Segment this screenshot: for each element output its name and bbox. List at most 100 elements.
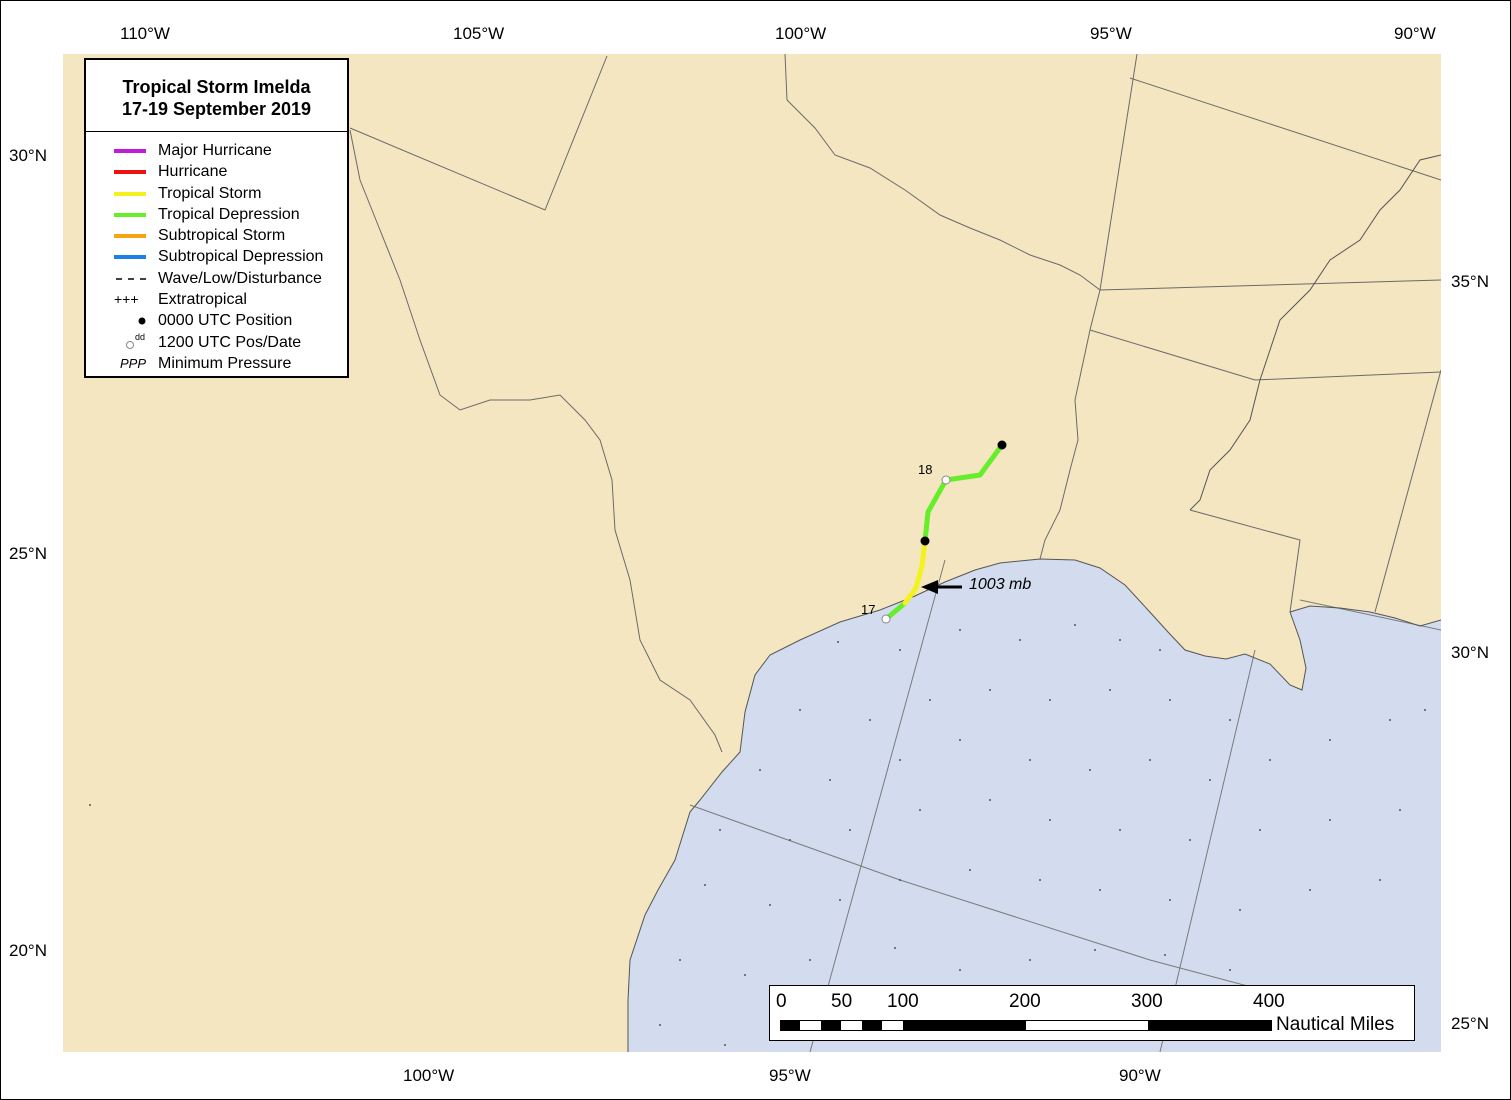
gulf-dot bbox=[1424, 709, 1426, 711]
gulf-dot bbox=[1049, 699, 1051, 701]
top-lon-105: 105°W bbox=[453, 24, 505, 43]
gulf-dot bbox=[1019, 639, 1021, 641]
legend-label: Minimum Pressure bbox=[158, 354, 292, 372]
top-lon-100: 100°W bbox=[775, 24, 827, 43]
left-lat-20: 20°N bbox=[9, 941, 47, 960]
gulf-dot bbox=[899, 649, 901, 651]
bottom-lon-90: 90°W bbox=[1119, 1066, 1161, 1085]
pressure-symbol: PPP bbox=[120, 355, 147, 371]
scale-tick-100: 100 bbox=[887, 991, 919, 1012]
tropical-depression-swatch bbox=[114, 212, 146, 217]
legend-label: Tropical Depression bbox=[158, 205, 300, 223]
subtropical-depression-swatch bbox=[114, 255, 146, 260]
date-label-18: 18 bbox=[918, 462, 933, 477]
gulf-dot bbox=[899, 879, 901, 881]
legend-label: Subtropical Depression bbox=[158, 248, 324, 266]
gulf-dot bbox=[1029, 759, 1031, 761]
legend-label: 1200 UTC Pos/Date bbox=[158, 333, 302, 351]
right-lat-25: 25°N bbox=[1451, 1014, 1489, 1033]
top-lon-90: 90°W bbox=[1394, 24, 1436, 43]
top-lon-95: 95°W bbox=[1090, 24, 1132, 43]
legend-item-tropical-storm: Tropical Storm bbox=[86, 183, 347, 204]
bottom-lon-95: 95°W bbox=[769, 1066, 811, 1085]
gulf-dot bbox=[1049, 819, 1051, 821]
legend-label: Major Hurricane bbox=[158, 142, 272, 159]
legend-label: Extratropical bbox=[158, 291, 247, 309]
tropical-storm-swatch bbox=[114, 191, 146, 196]
gulf-dot bbox=[1269, 759, 1271, 761]
hurricane-swatch bbox=[114, 170, 146, 175]
legend-item-subtropical-depression: Subtropical Depression bbox=[86, 246, 347, 267]
gulf-dot bbox=[89, 804, 91, 806]
gulf-dot bbox=[1149, 759, 1151, 761]
legend-item-tropical-depression: Tropical Depression bbox=[86, 204, 347, 225]
gulf-dot bbox=[959, 969, 961, 971]
gulf-dot bbox=[1229, 969, 1231, 971]
gulf-dot bbox=[1119, 639, 1121, 641]
legend-item-min-pressure: PPP Minimum Pressure bbox=[86, 353, 347, 374]
gulf-dot bbox=[1309, 889, 1311, 891]
plus-marks-icon: +++ bbox=[114, 291, 139, 308]
legend-label: Tropical Storm bbox=[158, 184, 262, 202]
legend-item-hurricane: Hurricane bbox=[86, 161, 347, 182]
gulf-dot bbox=[1074, 624, 1076, 626]
legend: Tropical Storm Imelda 17-19 September 20… bbox=[84, 58, 349, 378]
gulf-dot bbox=[704, 884, 706, 886]
gulf-dot bbox=[809, 959, 811, 961]
gulf-dot bbox=[839, 899, 841, 901]
gulf-dot bbox=[829, 779, 831, 781]
scale-tick-200: 200 bbox=[1009, 991, 1041, 1012]
gulf-dot bbox=[969, 869, 971, 871]
gulf-dot bbox=[759, 769, 761, 771]
gulf-dot bbox=[719, 829, 721, 831]
min-pressure-label: 1003 mb bbox=[969, 576, 1032, 593]
scale-unit: Nautical Miles bbox=[1276, 1014, 1395, 1035]
scale-tick-0: 0 bbox=[776, 991, 787, 1012]
gulf-dot bbox=[1189, 839, 1191, 841]
subtropical-storm-swatch bbox=[114, 234, 146, 239]
scale-bar: 0 50 100 200 300 400 Nautical Miles bbox=[769, 985, 1415, 1041]
scale-tick-300: 300 bbox=[1131, 991, 1163, 1012]
scale-bar-graphic bbox=[780, 1020, 1272, 1031]
legend-item-0000utc: 0000 UTC Position bbox=[86, 310, 347, 331]
gulf-dot bbox=[837, 641, 839, 643]
gulf-dot bbox=[659, 1024, 661, 1026]
gulf-dot bbox=[919, 809, 921, 811]
gulf-dot bbox=[959, 629, 961, 631]
legend-label: Hurricane bbox=[158, 163, 228, 181]
gulf-dot bbox=[1169, 699, 1171, 701]
scale-tick-50: 50 bbox=[831, 991, 853, 1012]
legend-label: Subtropical Storm bbox=[158, 227, 286, 245]
position-1200utc-17 bbox=[881, 614, 891, 624]
top-lon-110: 110°W bbox=[120, 24, 170, 43]
bottom-lon-100: 100°W bbox=[403, 1066, 455, 1085]
gulf-dot bbox=[989, 799, 991, 801]
right-lat-35: 35°N bbox=[1451, 272, 1489, 291]
gulf-dot bbox=[769, 904, 771, 906]
gulf-dot bbox=[869, 719, 871, 721]
gulf-dot bbox=[1089, 769, 1091, 771]
date-symbol: dd bbox=[135, 331, 146, 342]
major-hurricane-swatch bbox=[114, 149, 146, 153]
gulf-dot bbox=[1229, 719, 1231, 721]
legend-label: 0000 UTC Position bbox=[158, 312, 293, 330]
gulf-dot bbox=[1094, 949, 1096, 951]
gulf-dot bbox=[1169, 899, 1171, 901]
left-lat-25: 25°N bbox=[9, 544, 47, 563]
gulf-dot bbox=[1119, 829, 1121, 831]
gulf-dot bbox=[1109, 689, 1111, 691]
legend-item-extratropical: +++ Extratropical bbox=[86, 289, 347, 310]
gulf-dot bbox=[899, 759, 901, 761]
gulf-dot bbox=[929, 699, 931, 701]
gulf-dot bbox=[849, 829, 851, 831]
gulf-dot bbox=[1159, 649, 1161, 651]
gulf-dot bbox=[1099, 889, 1101, 891]
gulf-dot bbox=[1399, 809, 1401, 811]
gulf-dot bbox=[1164, 954, 1166, 956]
gulf-dot bbox=[1209, 779, 1211, 781]
gulf-dot bbox=[1259, 829, 1261, 831]
position-1200utc-18 bbox=[941, 475, 951, 485]
legend-item-major-hurricane: Major Hurricane bbox=[86, 140, 347, 161]
gulf-dot bbox=[1379, 879, 1381, 881]
gulf-dot bbox=[744, 974, 746, 976]
